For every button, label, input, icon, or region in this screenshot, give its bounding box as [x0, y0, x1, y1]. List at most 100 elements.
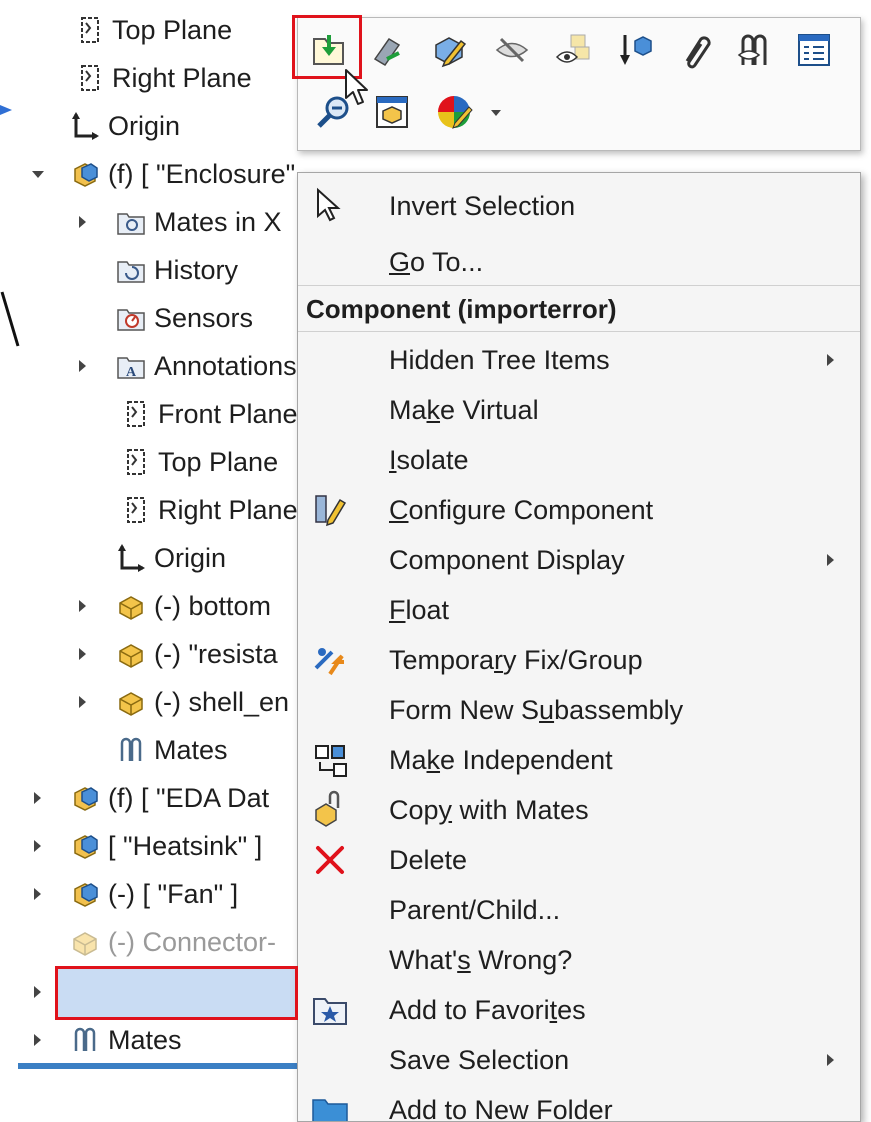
menu-item-label: Temporary Fix/Group	[389, 645, 643, 676]
toolbar-dropdown-arrow-icon[interactable]	[491, 110, 501, 116]
expand-arrow-icon[interactable]	[34, 986, 41, 998]
hide-icon[interactable]	[490, 28, 534, 72]
part-icon	[116, 639, 146, 669]
tree-item[interactable]: Top Plane	[120, 440, 278, 484]
tree-item-label: Origin	[154, 543, 226, 574]
tree-item[interactable]: History	[116, 248, 238, 292]
part-icon	[116, 687, 146, 717]
tree-item[interactable]: Right Plane	[74, 56, 252, 100]
show-with-dependents-icon[interactable]	[552, 28, 596, 72]
menu-item-label: Copy with Mates	[389, 795, 589, 826]
menu-item-label: Float	[389, 595, 449, 626]
configure-pencil-icon	[310, 490, 350, 530]
menu-item[interactable]: Component Display	[298, 536, 860, 584]
tree-item[interactable]: Mates in X	[116, 200, 282, 244]
assembly-icon	[70, 879, 100, 909]
tree-item[interactable]: [ "Heatsink" ]	[70, 824, 262, 868]
menu-item[interactable]: Make Independent	[298, 736, 860, 784]
menu-item[interactable]: Make Virtual	[298, 386, 860, 434]
tree-item[interactable]: (-) shell_en	[116, 680, 289, 724]
rollback-icon[interactable]	[614, 28, 658, 72]
menu-item[interactable]: Go To...	[298, 238, 860, 286]
menu-item[interactable]: Parent/Child...	[298, 886, 860, 934]
tree-item-label: (-) [ "Fan" ]	[108, 879, 238, 910]
plane-icon	[120, 447, 150, 477]
menu-separator	[298, 331, 860, 332]
sensors-folder-icon	[116, 303, 146, 333]
tree-item[interactable]: (f) [ "EDA Dat	[70, 776, 269, 820]
blue-arrow-indicator	[0, 103, 16, 122]
svg-text:A: A	[126, 365, 137, 380]
expand-arrow-icon[interactable]	[79, 600, 86, 612]
context-toolbar	[297, 17, 861, 151]
component-properties-icon[interactable]	[370, 90, 414, 134]
tree-item[interactable]: (-) [ "Fan" ]	[70, 872, 238, 916]
mate-references-icon[interactable]	[732, 28, 776, 72]
tree-item[interactable]: Mates	[116, 728, 228, 772]
menu-item-label: Make Independent	[389, 745, 613, 776]
expand-arrow-icon[interactable]	[79, 360, 86, 372]
edit-part-icon[interactable]	[428, 28, 472, 72]
tree-item[interactable]: (-) bottom	[116, 584, 271, 628]
tree-item[interactable]: (-) "resista	[116, 632, 278, 676]
appearance-icon[interactable]	[432, 90, 476, 134]
tree-item-label: Mates	[108, 1025, 182, 1056]
assembly-icon	[70, 831, 100, 861]
annotations-folder-icon: A	[116, 351, 146, 381]
tree-item[interactable]: Top Plane	[74, 8, 232, 52]
menu-item[interactable]: Isolate	[298, 436, 860, 484]
menu-item-label: Invert Selection	[389, 191, 575, 222]
tree-item[interactable]: Front Plane	[120, 392, 298, 436]
tree-item[interactable]: Origin	[70, 104, 180, 148]
rebuild-icon[interactable]	[366, 28, 410, 72]
menu-item[interactable]: Copy with Mates	[298, 786, 860, 834]
tree-item[interactable]: (f) [ "Enclosure" ]	[70, 152, 298, 196]
plane-icon	[120, 399, 150, 429]
menu-item-label: Form New Subassembly	[389, 695, 683, 726]
tree-item-label: (f) [ "EDA Dat	[108, 783, 269, 814]
menu-item[interactable]: Add to Favorites	[298, 986, 860, 1034]
menu-item[interactable]: Hidden Tree Items	[298, 336, 860, 384]
properties-icon[interactable]	[792, 28, 836, 72]
menu-item[interactable]: Save Selection	[298, 1036, 860, 1084]
menu-item[interactable]: Form New Subassembly	[298, 686, 860, 734]
collapse-arrow-icon[interactable]	[32, 171, 44, 178]
expand-arrow-icon[interactable]	[79, 216, 86, 228]
menu-item[interactable]: Add to New Folder	[298, 1086, 860, 1122]
menu-item[interactable]: Delete	[298, 836, 860, 884]
part-icon	[70, 927, 100, 957]
menu-item[interactable]: Temporary Fix/Group	[298, 636, 860, 684]
menu-item-label: Save Selection	[389, 1045, 569, 1076]
menu-separator	[298, 285, 860, 286]
tree-item-label: (f) [ "Enclosure" ]	[108, 159, 298, 190]
plane-icon	[120, 495, 150, 525]
tree-item[interactable]: Origin	[116, 536, 226, 580]
submenu-arrow-icon	[827, 554, 834, 566]
copy-mates-icon	[310, 790, 350, 830]
attach-icon[interactable]	[672, 28, 716, 72]
expand-arrow-icon[interactable]	[34, 840, 41, 852]
delete-x-icon	[310, 840, 350, 880]
menu-item[interactable]: Configure Component	[298, 486, 860, 534]
tree-item-label: History	[154, 255, 238, 286]
origin-icon	[70, 111, 100, 141]
part-icon	[116, 591, 146, 621]
tree-item-label: Sensors	[154, 303, 253, 334]
tree-item[interactable]: Sensors	[116, 296, 253, 340]
tree-item[interactable]: Mates	[70, 1018, 182, 1062]
tree-item[interactable]: (-) Connector-	[70, 920, 276, 964]
tree-item-label: [ "Heatsink" ]	[108, 831, 262, 862]
tree-item[interactable]: AAnnotations	[116, 344, 297, 388]
tree-item[interactable]: Right Plane	[120, 488, 298, 532]
menu-item[interactable]: Invert Selection	[298, 182, 860, 230]
menu-item[interactable]: Float	[298, 586, 860, 634]
expand-arrow-icon[interactable]	[34, 888, 41, 900]
expand-arrow-icon[interactable]	[79, 648, 86, 660]
tree-item-label: (-) bottom	[154, 591, 271, 622]
mates-folder-icon	[116, 207, 146, 237]
expand-arrow-icon[interactable]	[34, 1034, 41, 1046]
menu-item[interactable]: What's Wrong?	[298, 936, 860, 984]
expand-arrow-icon[interactable]	[34, 792, 41, 804]
menu-item-label: Go To...	[389, 247, 483, 278]
expand-arrow-icon[interactable]	[79, 696, 86, 708]
